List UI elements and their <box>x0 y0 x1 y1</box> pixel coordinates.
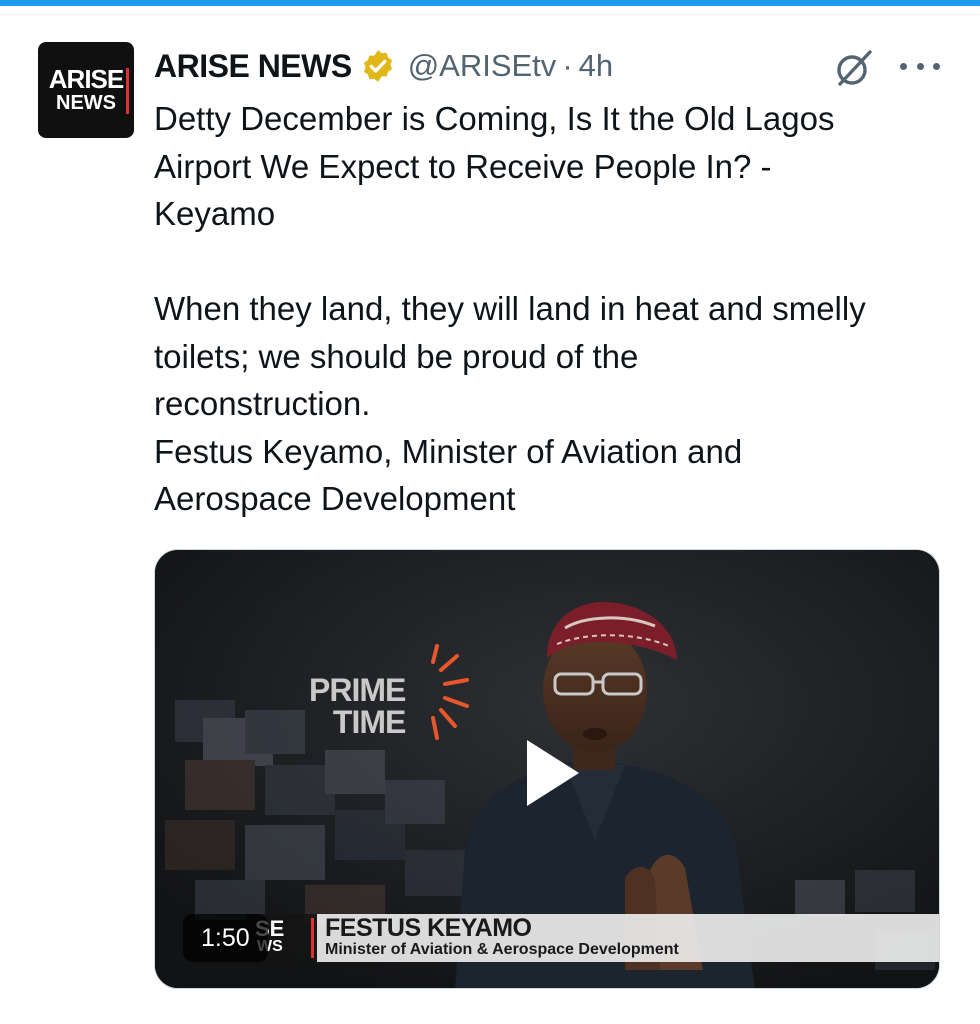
verified-badge-icon <box>363 50 392 82</box>
lower-third-title: Minister of Aviation & Aerospace Develop… <box>325 941 679 958</box>
studio-text-line-2: TIME <box>332 704 406 740</box>
lower-third-name: FESTUS KEYAMO <box>325 914 532 942</box>
author-name[interactable]: ARISE NEWS <box>154 48 352 85</box>
video-player[interactable]: PRIME TIME SE WS FESTUS KEYAMO Minister … <box>154 549 940 989</box>
lower-third-logo-bar <box>311 918 314 958</box>
more-options-icon[interactable] <box>900 56 940 76</box>
avatar-line-2: NEWS <box>56 92 116 114</box>
avatar[interactable]: ARISE NEWS <box>38 42 134 138</box>
top-accent-bar <box>0 0 980 6</box>
tweet-text: Detty December is Coming, Is It the Old … <box>154 100 866 517</box>
studio-logo: PRIME TIME <box>309 672 406 740</box>
avatar-line-1: ARISE <box>48 64 130 114</box>
post-time[interactable]: 4h <box>579 48 613 84</box>
lower-third-caption: FESTUS KEYAMO Minister of Aviation & Aer… <box>317 914 939 962</box>
author-handle[interactable]: @ARISEtv <box>408 48 557 84</box>
play-icon[interactable] <box>527 740 579 806</box>
video-duration-badge: 1:50 <box>183 914 268 962</box>
divider <box>0 14 980 15</box>
studio-text-line-1: PRIME <box>309 672 406 708</box>
tweet-header: ARISE NEWS @ARISEtv · 4h <box>154 44 613 88</box>
lower-third: SE WS FESTUS KEYAMO Minister of Aviation… <box>247 914 939 962</box>
grok-icon[interactable] <box>832 46 876 90</box>
separator-dot: · <box>562 48 573 83</box>
